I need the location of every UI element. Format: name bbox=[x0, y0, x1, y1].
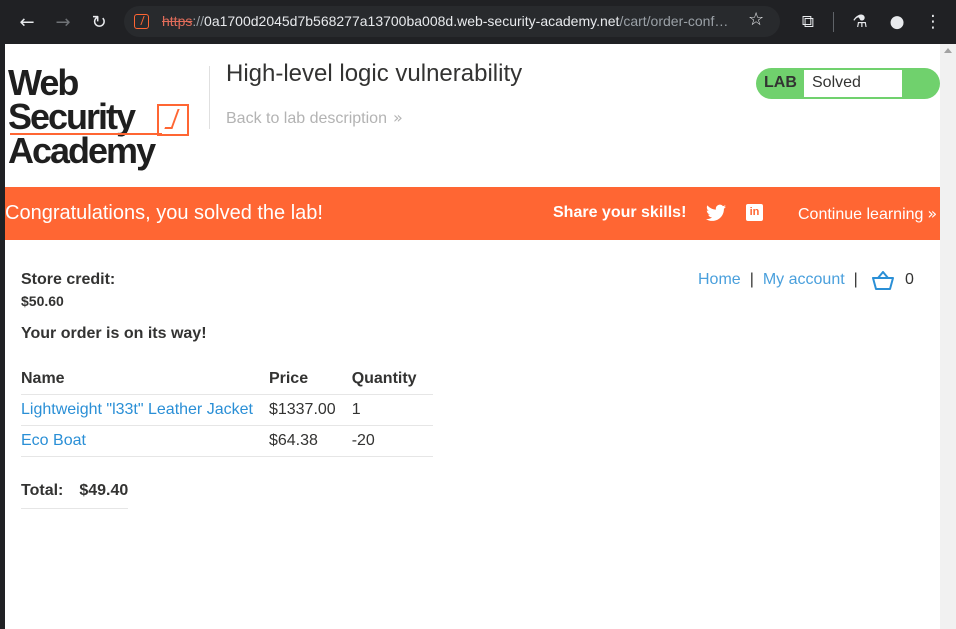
price-cell: $1337.00 bbox=[268, 394, 352, 426]
profile-icon[interactable]: ● bbox=[885, 10, 909, 34]
cart-basket-icon[interactable] bbox=[872, 271, 894, 291]
home-link[interactable]: Home bbox=[698, 271, 741, 288]
back-arrow-icon[interactable]: ← bbox=[15, 10, 39, 34]
store-credit-label: Store credit: bbox=[21, 271, 116, 288]
twitter-icon[interactable] bbox=[706, 204, 726, 222]
quantity-cell: 1 bbox=[351, 394, 433, 426]
forward-arrow-icon[interactable]: → bbox=[51, 10, 75, 34]
bookmark-star-icon[interactable]: ☆ bbox=[748, 9, 764, 30]
continue-learning-label: Continue learning bbox=[798, 206, 924, 223]
vertical-scrollbar[interactable] bbox=[940, 44, 956, 629]
total-value: $49.40 bbox=[79, 482, 129, 499]
table-row: Lightweight "l33t" Leather Jacket $1337.… bbox=[21, 394, 433, 426]
double-chevron-right-icon: » bbox=[392, 108, 403, 127]
url-host: 0a1700d2045d7b568277a13700ba008d.web-sec… bbox=[204, 13, 620, 29]
product-link[interactable]: Eco Boat bbox=[21, 432, 86, 449]
congratulations-message: Congratulations, you solved the lab! bbox=[5, 202, 323, 224]
scroll-up-arrow-icon[interactable] bbox=[944, 48, 952, 53]
product-name-cell: Eco Boat bbox=[21, 425, 269, 457]
share-skills-label: Share your skills! bbox=[553, 204, 687, 221]
nav-separator: | bbox=[749, 271, 754, 288]
extensions-icon[interactable]: ⧉ bbox=[796, 10, 820, 34]
logo-lightning-icon bbox=[157, 104, 189, 136]
quantity-cell: -20 bbox=[351, 425, 433, 457]
order-items-table: Name Price Quantity Lightweight "l33t" L… bbox=[21, 366, 433, 457]
my-account-link[interactable]: My account bbox=[763, 271, 845, 288]
back-link-label: Back to lab description bbox=[226, 110, 387, 127]
total-label: Total: bbox=[21, 482, 64, 499]
url-text[interactable]: https://0a1700d2045d7b568277a13700ba008d… bbox=[162, 13, 742, 29]
product-name-cell: Lightweight "l33t" Leather Jacket bbox=[21, 394, 269, 426]
top-nav-links: Home | My account | bbox=[698, 271, 867, 289]
labs-flask-icon[interactable]: ⚗ bbox=[848, 10, 872, 34]
page-viewport: Web Security Academy High-level logic vu… bbox=[5, 44, 940, 629]
address-bar[interactable]: https://0a1700d2045d7b568277a13700ba008d… bbox=[124, 6, 780, 37]
continue-learning-link[interactable]: Continue learning» bbox=[798, 204, 937, 224]
table-header-row: Name Price Quantity bbox=[21, 366, 433, 395]
cart-count: 0 bbox=[905, 271, 914, 288]
reload-icon[interactable]: ↻ bbox=[87, 10, 111, 34]
logo-line-2: Academy bbox=[8, 130, 156, 171]
logo-underline bbox=[10, 133, 162, 135]
lab-status-widget: LAB Solved bbox=[756, 68, 940, 99]
browser-toolbar: ← → ↻ https://0a1700d2045d7b568277a13700… bbox=[0, 0, 956, 44]
linkedin-icon[interactable]: in bbox=[746, 204, 763, 221]
product-link[interactable]: Lightweight "l33t" Leather Jacket bbox=[21, 401, 253, 418]
store-credit-value: $50.60 bbox=[21, 293, 64, 309]
order-confirmation-message: Your order is on its way! bbox=[21, 325, 207, 342]
toolbar-divider bbox=[833, 12, 834, 32]
column-header-name: Name bbox=[21, 366, 269, 395]
academy-logo[interactable]: Web Security Academy bbox=[8, 65, 189, 169]
site-favicon-icon bbox=[134, 14, 149, 29]
header-divider bbox=[209, 66, 210, 129]
status-box: Solved bbox=[804, 70, 902, 97]
url-path: /cart/order-conf… bbox=[619, 13, 729, 29]
back-to-lab-link[interactable]: Back to lab description » bbox=[226, 108, 403, 128]
solved-banner: Congratulations, you solved the lab! Sha… bbox=[5, 187, 940, 240]
table-row: Eco Boat $64.38 -20 bbox=[21, 425, 433, 457]
lab-title: High-level logic vulnerability bbox=[226, 60, 523, 87]
status-text: Solved bbox=[812, 74, 861, 91]
lab-tag: LAB bbox=[764, 74, 797, 91]
column-header-quantity: Quantity bbox=[351, 366, 433, 395]
price-cell: $64.38 bbox=[268, 425, 352, 457]
order-total: Total: $49.40 bbox=[21, 482, 129, 509]
nav-separator: | bbox=[853, 271, 858, 288]
menu-kebab-icon[interactable]: ⋮ bbox=[921, 10, 945, 34]
double-chevron-right-icon: » bbox=[927, 204, 938, 223]
column-header-price: Price bbox=[268, 366, 352, 395]
url-separator: :// bbox=[192, 13, 205, 29]
url-scheme: https bbox=[162, 13, 193, 29]
